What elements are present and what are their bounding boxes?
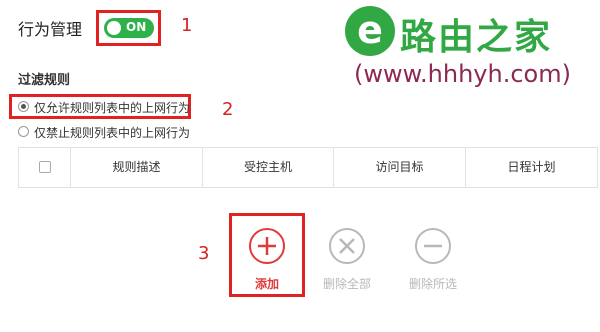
select-all-checkbox[interactable] [39, 161, 51, 173]
radio-allow-listed-label[interactable]: 仅允许规则列表中的上网行为 [34, 99, 190, 116]
minus-icon [424, 244, 442, 248]
behavior-management-toggle[interactable]: ON [104, 18, 154, 38]
column-header-schedule: 日程计划 [507, 160, 556, 174]
radio-block-listed-label[interactable]: 仅禁止规则列表中的上网行为 [34, 124, 190, 141]
delete-all-button-label[interactable]: 删除全部 [307, 275, 387, 292]
brand-name: 路由之家 [400, 17, 553, 58]
delete-selected-button-label[interactable]: 删除所选 [393, 275, 473, 292]
select-all-cell [19, 148, 71, 187]
filter-rules-title: 过滤规则 [18, 73, 71, 88]
toggle-state-label: ON [126, 20, 147, 34]
rules-table-header: 规则描述 受控主机 访问目标 日程计划 [18, 147, 598, 188]
delete-all-button[interactable] [329, 228, 365, 264]
column-header-access-target: 访问目标 [334, 148, 466, 187]
column-header-controlled-host: 受控主机 [203, 148, 334, 187]
toggle-knob [107, 21, 121, 35]
callout-number-2: 2 [222, 99, 234, 120]
add-button[interactable] [249, 228, 285, 264]
radio-block-listed[interactable] [18, 126, 29, 137]
callout-number-3: 3 [198, 243, 210, 264]
delete-selected-button[interactable] [415, 228, 451, 264]
column-header-rule-description: 规则描述 [71, 148, 203, 187]
brand-url: (www.hhhyh.com) [354, 60, 571, 88]
radio-allow-listed[interactable] [18, 101, 29, 112]
brand-logo-icon: e [345, 6, 395, 56]
behavior-management-label: 行为管理 [18, 20, 83, 39]
callout-number-1: 1 [181, 15, 193, 36]
add-button-label[interactable]: 添加 [227, 275, 307, 292]
plus-icon [258, 237, 276, 255]
close-icon [339, 238, 355, 254]
